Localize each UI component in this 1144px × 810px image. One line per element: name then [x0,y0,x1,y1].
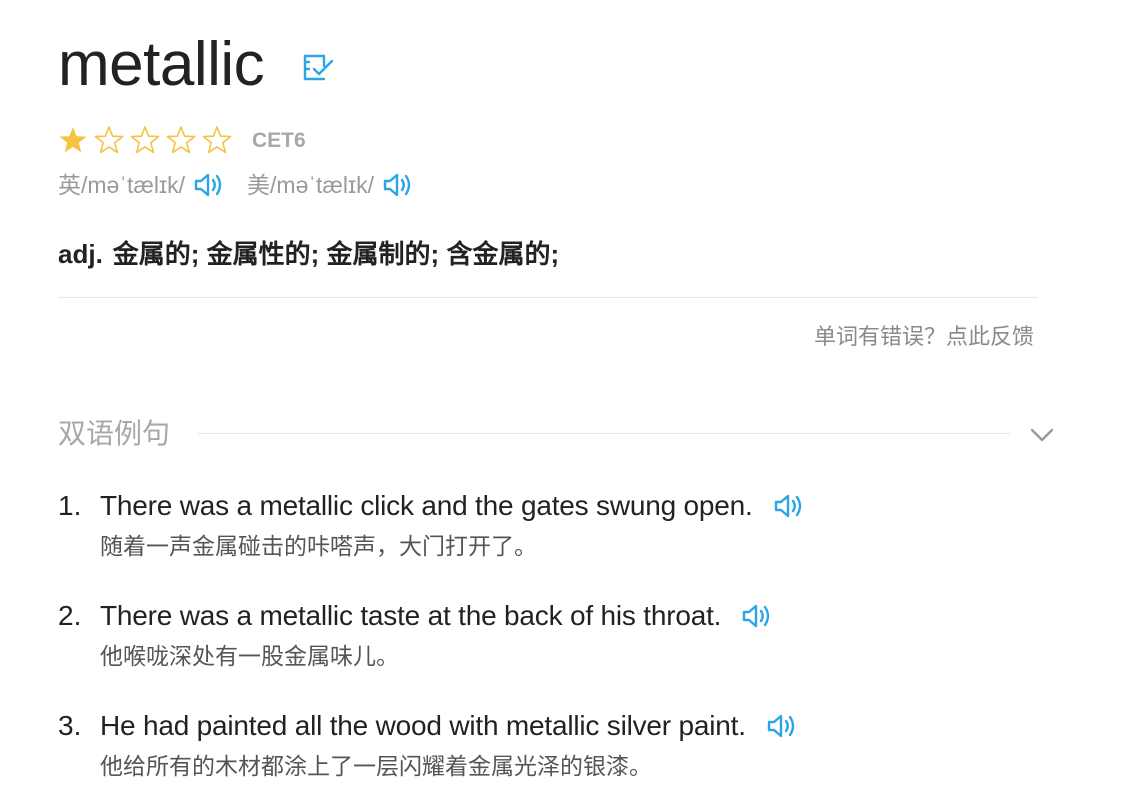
pronunciation-row: 英/məˈtælɪk/ 美/məˈtælɪk/ [58,168,436,202]
star-rating [58,122,232,158]
star-empty-icon [94,126,124,154]
feedback-link[interactable]: 单词有错误？点此反馈 [740,322,1034,352]
chevron-down-icon[interactable] [1026,420,1058,450]
us-phonetic: 美/məˈtælɪk/ [247,172,375,198]
part-of-speech: adj. [58,239,103,269]
uk-speaker-icon[interactable] [193,170,225,200]
example-english: There was a metallic taste at the back o… [100,600,722,631]
definition: adj. 金属的; 金属性的; 金属制的; 含金属的; [58,234,559,274]
example-number: 2. [58,600,82,631]
example-chinese: 他喉咙深处有一股金属味儿。 [100,643,399,669]
uk-phonetic: 英/məˈtælɪk/ [58,172,186,198]
divider [58,297,1038,298]
example-chinese: 随着一声金属碰击的咔嗒声，大门打开了。 [100,533,537,559]
section-divider [198,433,1010,434]
example-number: 1. [58,490,82,521]
example-item: 3. He had painted all the wood with meta… [58,706,1118,782]
definition-meanings: 金属的; 金属性的; 金属制的; 含金属的; [112,239,560,269]
star-empty-icon [166,126,196,154]
headword: metallic [58,30,265,99]
star-filled-icon [59,127,87,153]
example-number: 3. [58,710,82,741]
star-empty-icon [202,126,232,154]
example-english: There was a metallic click and the gates… [100,490,753,521]
example-item: 1. There was a metallic click and the ga… [58,486,1118,562]
star-empty-icon [130,126,160,154]
example-speaker-icon[interactable] [766,711,798,741]
examples-section-title: 双语例句 [58,418,171,449]
example-item: 2. There was a metallic taste at the bac… [58,596,1118,672]
add-to-wordbook-icon[interactable] [302,52,336,84]
example-english: He had painted all the wood with metalli… [100,710,746,741]
example-speaker-icon[interactable] [773,491,805,521]
example-speaker-icon[interactable] [741,601,773,631]
example-chinese: 他给所有的木材都涂上了一层闪耀着金属光泽的银漆。 [100,753,652,779]
us-speaker-icon[interactable] [382,170,414,200]
exam-level-badge: CET6 [252,129,306,152]
